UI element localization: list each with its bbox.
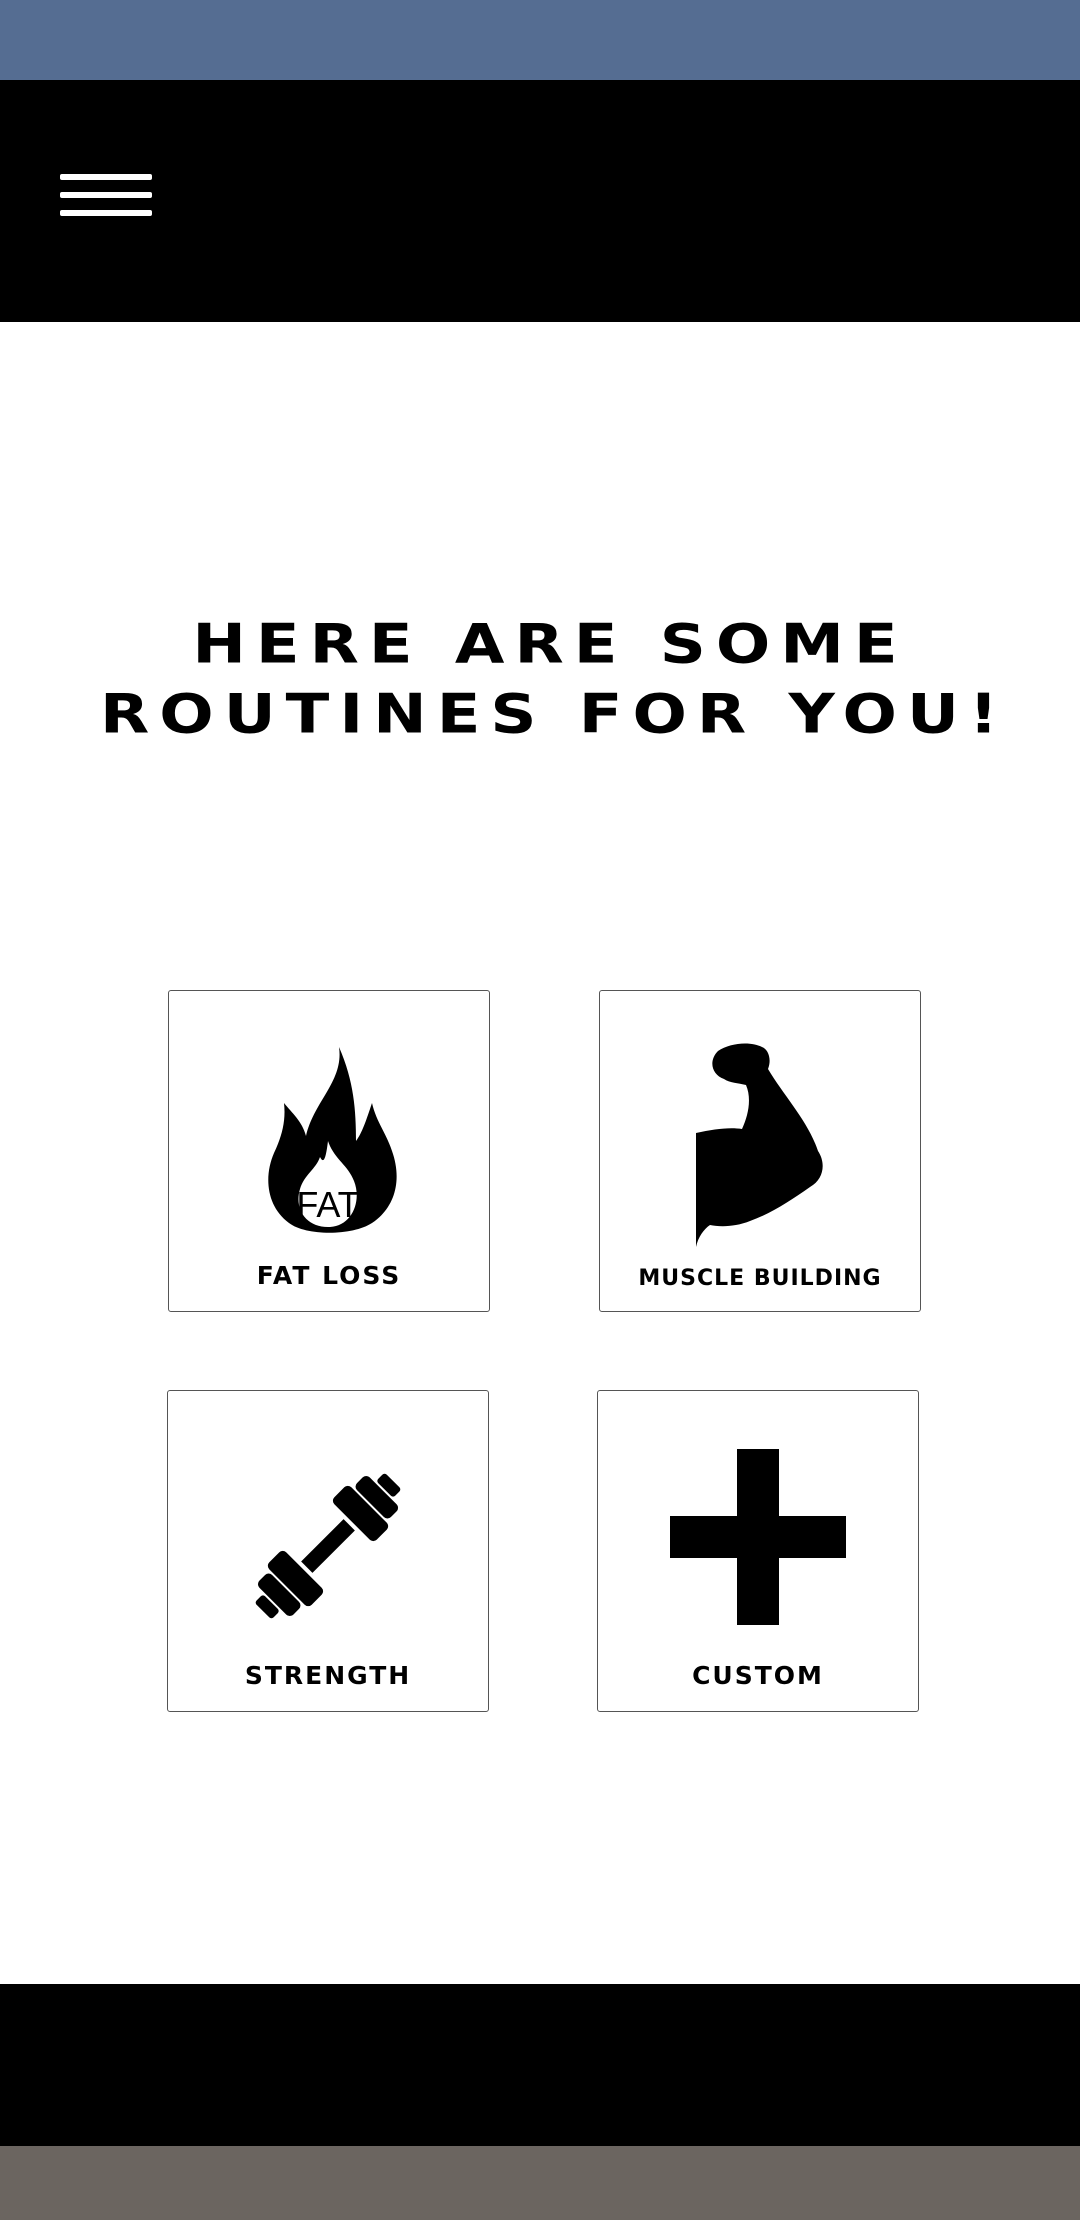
- page-title-line-1: HERE ARE SOME: [192, 613, 908, 677]
- plus-icon: [670, 1449, 846, 1625]
- flexed-arm-icon: [696, 1043, 823, 1247]
- flame-icon-text: FAT: [296, 1184, 359, 1225]
- custom-routine-button[interactable]: CUSTOM: [597, 1390, 919, 1712]
- routines-screen: HERE ARE SOME ROUTINES FOR YOU! FAT FAT …: [0, 0, 1080, 2220]
- dumbbell-icon: [255, 1473, 401, 1619]
- app-bar: [0, 80, 1080, 322]
- flame-icon: FAT: [268, 1047, 397, 1233]
- fat-loss-routine-button[interactable]: FAT FAT LOSS: [168, 990, 490, 1312]
- muscle-building-routine-button[interactable]: MUSCLE BUILDING: [599, 990, 921, 1312]
- fat-loss-label: FAT LOSS: [256, 1261, 402, 1290]
- muscle-building-label: MUSCLE BUILDING: [638, 1266, 882, 1291]
- strength-label: STRENGTH: [244, 1661, 412, 1690]
- page-title-line-2: ROUTINES FOR YOU!: [100, 683, 1009, 746]
- menu-button[interactable]: [56, 168, 158, 228]
- page-title: HERE ARE SOME ROUTINES FOR YOU!: [100, 610, 1000, 749]
- system-navigation-bar: [0, 2146, 1080, 2220]
- strength-routine-button[interactable]: STRENGTH: [167, 1390, 489, 1712]
- bottom-bar: [0, 1984, 1080, 2146]
- custom-label: CUSTOM: [692, 1661, 824, 1690]
- status-bar: [0, 0, 1080, 80]
